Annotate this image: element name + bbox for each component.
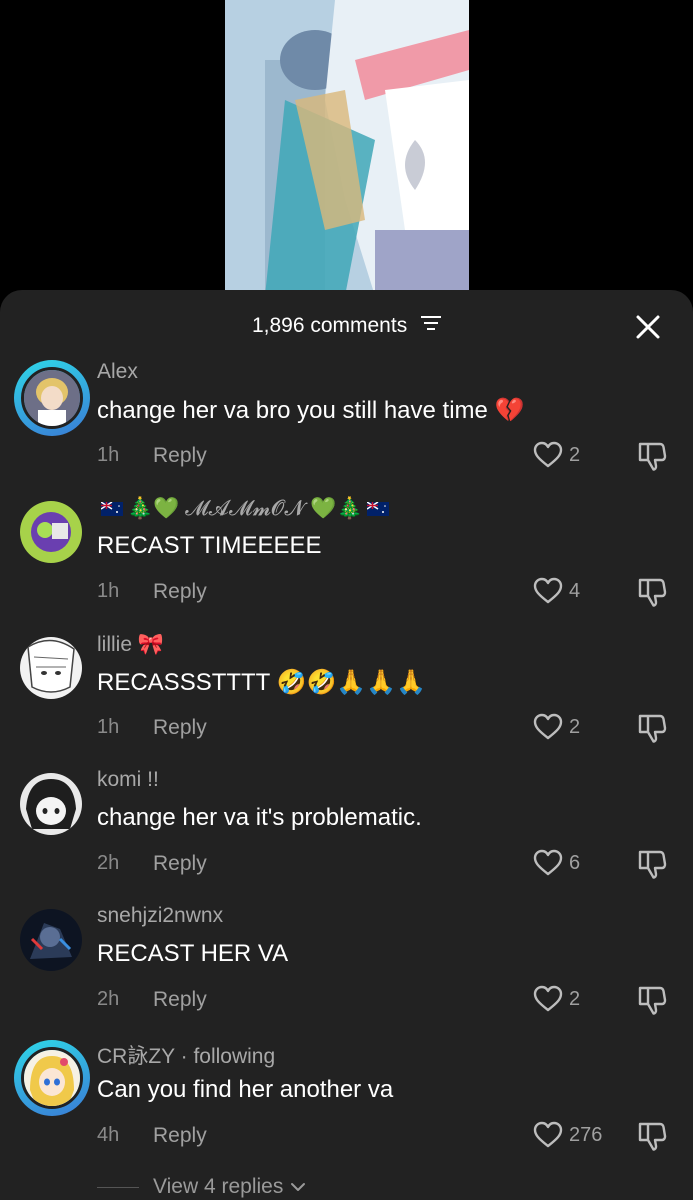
like-count: 276 — [569, 1123, 603, 1146]
avatar[interactable] — [20, 773, 82, 835]
comment-time: 2h — [97, 988, 120, 1010]
heart-icon — [533, 441, 563, 468]
comments-header: 1,896 comments — [0, 290, 693, 362]
reply-button[interactable]: Reply — [153, 852, 207, 876]
flag-icon — [101, 502, 123, 517]
reply-button[interactable]: Reply — [153, 1124, 207, 1148]
comments-sheet: 1,896 comments Alex change her va bro yo… — [0, 290, 693, 1200]
like-button[interactable]: 2 — [533, 984, 580, 1014]
comment-item: snehjzi2nwnx RECAST HER VA 2h Reply 2 — [0, 904, 693, 1040]
comment-item: 🎄💚 𝓜𝓐𝓜𝓶𝓞𝓝 💚🎄 RECAST TIMEEEEE 1h Reply 4 — [0, 496, 693, 632]
like-button[interactable]: 276 — [533, 1120, 602, 1150]
like-button[interactable]: 4 — [533, 576, 580, 606]
reply-button[interactable]: Reply — [153, 716, 207, 740]
video-thumbnail — [225, 0, 469, 296]
close-icon[interactable] — [633, 312, 663, 342]
thumbs-down-icon[interactable] — [636, 984, 668, 1016]
chevron-down-icon — [291, 1183, 306, 1191]
comment-username[interactable]: CR詠ZY · following — [97, 1040, 275, 1070]
avatar[interactable] — [20, 501, 82, 563]
flag-icon — [366, 502, 389, 517]
like-count: 2 — [569, 715, 581, 738]
filter-icon[interactable] — [421, 313, 442, 337]
comment-item: CR詠ZY · following Can you find her anoth… — [0, 1040, 693, 1176]
like-button[interactable]: 6 — [533, 848, 580, 878]
comment-item: komi !! change her va it's problematic. … — [0, 768, 693, 904]
heart-icon — [533, 1121, 563, 1148]
avatar[interactable] — [20, 909, 82, 971]
view-replies-label: View 4 replies — [153, 1175, 284, 1198]
comment-username[interactable]: snehjzi2nwnx — [97, 904, 223, 928]
comment-username[interactable]: komi !! — [97, 768, 159, 792]
comment-time: 1h — [97, 580, 120, 602]
heart-icon — [533, 577, 563, 604]
like-count: 2 — [569, 987, 581, 1010]
comment-time: 2h — [97, 852, 120, 874]
thumbs-down-icon[interactable] — [636, 848, 668, 880]
comment-time: 1h — [97, 716, 120, 738]
comment-username[interactable]: Alex — [97, 360, 138, 384]
avatar[interactable] — [14, 1040, 90, 1116]
comment-text: RECAST TIMEEEEE — [97, 532, 322, 559]
comment-username[interactable]: lillie 🎀 — [97, 632, 164, 657]
heart-icon — [533, 985, 563, 1012]
comment-text: change her va bro you still have time 💔 — [97, 396, 525, 424]
comment-text: RECAST HER VA — [97, 940, 289, 967]
avatar[interactable] — [20, 637, 82, 699]
comment-item: lillie 🎀 RECASSSTTTT 🤣🤣🙏🙏🙏 1h Reply 2 — [0, 632, 693, 768]
reply-button[interactable]: Reply — [153, 988, 207, 1012]
comment-count-row[interactable]: 1,896 comments — [0, 314, 693, 338]
like-button[interactable]: 2 — [533, 440, 580, 470]
reply-button[interactable]: Reply — [153, 580, 207, 604]
comment-item: Alex change her va bro you still have ti… — [0, 360, 693, 496]
divider — [97, 1186, 139, 1188]
thumbs-down-icon[interactable] — [636, 712, 668, 744]
thumbs-down-icon[interactable] — [636, 440, 668, 472]
heart-icon — [533, 713, 563, 740]
thumbs-down-icon[interactable] — [636, 1120, 668, 1152]
like-count: 4 — [569, 579, 581, 602]
reply-button[interactable]: Reply — [153, 444, 207, 468]
comment-time: 4h — [97, 1124, 120, 1146]
heart-icon — [533, 849, 563, 876]
like-button[interactable]: 2 — [533, 712, 580, 742]
avatar[interactable] — [14, 360, 90, 436]
comment-time: 1h — [97, 444, 120, 466]
like-count: 2 — [569, 443, 581, 466]
video-player[interactable] — [0, 0, 693, 300]
comment-text: Can you find her another va — [97, 1076, 394, 1103]
comment-count: 1,896 comments — [251, 314, 408, 337]
view-replies-button[interactable]: View 4 replies — [97, 1172, 307, 1200]
thumbs-down-icon[interactable] — [636, 576, 668, 608]
like-count: 6 — [569, 851, 581, 874]
comment-username[interactable]: 🎄💚 𝓜𝓐𝓜𝓶𝓞𝓝 💚🎄 — [97, 496, 393, 521]
comment-text: change her va it's problematic. — [97, 804, 422, 831]
comment-text: RECASSSTTTT 🤣🤣🙏🙏🙏 — [97, 668, 427, 696]
